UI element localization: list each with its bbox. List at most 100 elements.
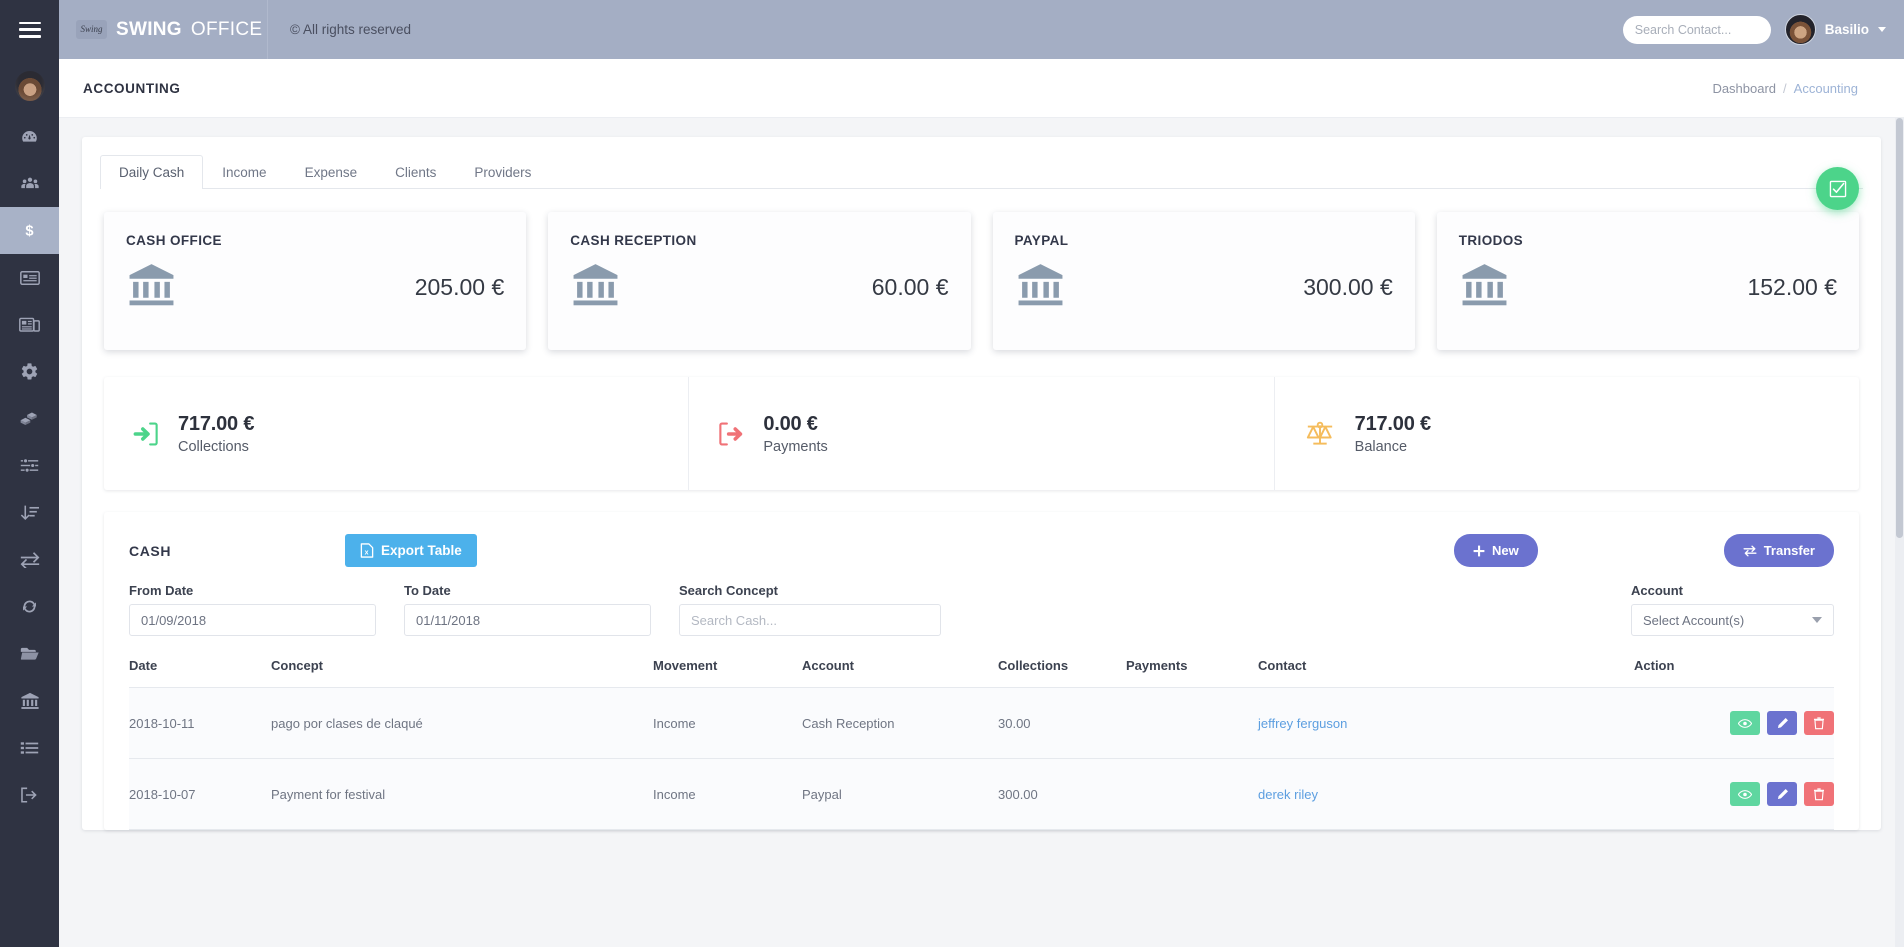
table-row[interactable]: 2018-10-07 Payment for festival Income P… [129, 758, 1834, 830]
sidebar-item-dashboard[interactable] [0, 113, 59, 160]
sidebar-item-contacts[interactable] [0, 160, 59, 207]
bank-icon [20, 692, 39, 709]
transfer-button[interactable]: Transfer [1723, 534, 1834, 567]
summary-payments: 0.00 € Payments [688, 377, 1273, 490]
search-contact-input[interactable] [1634, 22, 1796, 37]
account-card-paypal[interactable]: PAYPAL 300.00 € [992, 212, 1415, 350]
sidebar-item-folders[interactable] [0, 630, 59, 677]
breadcrumb: Dashboard / Accounting [1712, 81, 1858, 96]
balance-scale-icon [1306, 421, 1332, 445]
cell-account: Paypal [802, 758, 998, 830]
sign-out-icon [21, 786, 37, 803]
cell-date: 2018-10-11 [129, 687, 271, 759]
view-row-button[interactable] [1730, 711, 1760, 735]
filters-spacer [969, 583, 1631, 636]
vertical-scrollbar[interactable] [1895, 118, 1904, 947]
cash-table: Date Concept Movement Account Collection… [129, 658, 1834, 830]
tab-clients[interactable]: Clients [376, 155, 455, 189]
tabs-container: Daily Cash Income Expense Clients Provid… [82, 137, 1881, 189]
pencil-icon [1777, 717, 1788, 728]
sidebar-item-sync[interactable] [0, 583, 59, 630]
sidebar-item-filters[interactable] [0, 442, 59, 489]
column-header-concept: Concept [271, 658, 653, 688]
sidebar-item-news[interactable] [0, 301, 59, 348]
sidebar-item-logout[interactable] [0, 771, 59, 818]
refresh-icon [23, 600, 36, 613]
account-select-value: Select Account(s) [1643, 612, 1745, 628]
sidebar-avatar[interactable] [0, 59, 59, 113]
cell-account: Cash Reception [802, 687, 998, 759]
cell-action [1634, 687, 1834, 759]
sidebar-item-bank[interactable] [0, 677, 59, 724]
new-button-label: New [1491, 543, 1519, 558]
account-label: Account [1631, 583, 1683, 598]
sidebar-item-settings[interactable] [0, 348, 59, 395]
cash-table-head: Date Concept Movement Account Collection… [129, 658, 1834, 688]
summary-label: Balance [1354, 438, 1408, 455]
delete-row-button[interactable] [1804, 711, 1834, 735]
breadcrumb-accounting[interactable]: Accounting [1794, 81, 1858, 96]
sidebar-item-invoices[interactable] [0, 254, 59, 301]
new-button[interactable]: New [1453, 534, 1538, 567]
from-date-field: From Date [129, 583, 404, 636]
scrollbar-thumb[interactable] [1896, 118, 1903, 538]
to-date-input[interactable] [404, 604, 651, 636]
sidebar-item-records[interactable] [0, 724, 59, 771]
page-header: ACCOUNTING Dashboard / Accounting [59, 59, 1904, 118]
cell-collections: 30.00 [998, 687, 1126, 759]
export-table-button[interactable]: x Export Table [345, 534, 477, 567]
brand[interactable]: Swing SWING OFFICE [59, 0, 268, 59]
svg-text:x: x [365, 549, 369, 556]
contact-link[interactable]: derek riley [1258, 787, 1318, 802]
account-select[interactable]: Select Account(s) [1631, 604, 1834, 636]
transfer-button-label: Transfer [1763, 543, 1815, 558]
bank-icon [1459, 262, 1510, 313]
cell-collections: 300.00 [998, 758, 1126, 830]
newspaper-icon [19, 317, 40, 332]
tab-daily-cash[interactable]: Daily Cash [100, 155, 204, 189]
add-record-fab-button[interactable] [1816, 167, 1859, 210]
cell-movement: Income [653, 687, 802, 759]
cell-payments [1126, 758, 1258, 830]
menu-toggle-button[interactable] [0, 0, 59, 59]
sidebar-item-products[interactable] [0, 395, 59, 442]
hamburger-icon [18, 21, 41, 38]
chevron-down-icon [1812, 617, 1822, 623]
to-date-label: To Date [404, 583, 451, 598]
account-card-title: CASH OFFICE [126, 233, 222, 248]
sidebar-item-sort[interactable] [0, 489, 59, 536]
arrow-into-box-icon [133, 422, 158, 445]
trash-icon [1813, 716, 1825, 729]
tab-providers[interactable]: Providers [455, 155, 550, 189]
column-header-movement: Movement [653, 658, 802, 688]
table-row[interactable]: 2018-10-11 pago por clases de claqué Inc… [129, 687, 1834, 759]
account-card-cash-reception[interactable]: CASH RECEPTION 60.00 € [548, 212, 971, 350]
account-card-cash-office[interactable]: CASH OFFICE 205.00 € [104, 212, 527, 350]
account-card-amount: 300.00 € [1303, 274, 1393, 300]
search-concept-input[interactable] [679, 604, 941, 636]
sidebar-item-accounting[interactable]: $ [0, 207, 59, 254]
edit-row-button[interactable] [1767, 782, 1797, 806]
trash-icon [1813, 787, 1825, 800]
tab-expense[interactable]: Expense [286, 155, 377, 189]
cell-action [1634, 758, 1834, 830]
sidebar-item-transfers[interactable] [0, 536, 59, 583]
from-date-input[interactable] [129, 604, 376, 636]
row-action-group [1634, 711, 1834, 735]
delete-row-button[interactable] [1804, 782, 1834, 806]
tabs: Daily Cash Income Expense Clients Provid… [100, 155, 1863, 189]
summary-label: Collections [178, 438, 249, 455]
view-row-button[interactable] [1730, 782, 1760, 806]
tab-income[interactable]: Income [203, 155, 285, 189]
account-card-title: PAYPAL [1014, 233, 1069, 248]
breadcrumb-dashboard[interactable]: Dashboard [1712, 81, 1776, 96]
contact-link[interactable]: jeffrey ferguson [1258, 716, 1347, 731]
chevron-down-icon [1878, 27, 1886, 32]
user-menu[interactable]: Basilio [1784, 14, 1886, 45]
cash-toolbar-right: New Transfer [1453, 534, 1834, 567]
exchange-icon [20, 551, 39, 568]
search-contact-box[interactable] [1622, 15, 1796, 44]
summary-balance: 717.00 € Balance [1273, 377, 1859, 490]
account-card-triodos[interactable]: TRIODOS 152.00 € [1436, 212, 1859, 350]
edit-row-button[interactable] [1767, 711, 1797, 735]
